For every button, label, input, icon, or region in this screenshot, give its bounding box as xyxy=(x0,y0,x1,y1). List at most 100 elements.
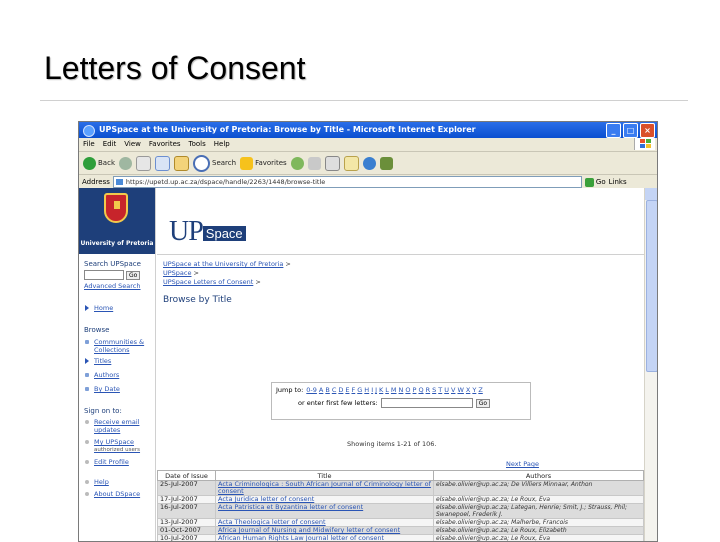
sidebar-item-about[interactable]: About DSpace xyxy=(79,490,155,498)
breadcrumb-university[interactable]: UPSpace at the University of Pretoria xyxy=(163,260,283,268)
jump-letter-link[interactable]: F xyxy=(352,386,356,394)
jump-letter-link[interactable]: Y xyxy=(472,386,476,394)
jump-letter-link[interactable]: H xyxy=(364,386,369,394)
menu-favorites[interactable]: Favorites xyxy=(149,138,181,151)
jump-letter-link[interactable]: R xyxy=(426,386,431,394)
folder-icon[interactable] xyxy=(344,156,359,171)
back-arrow-icon xyxy=(83,157,96,170)
sidebar-item-by-date[interactable]: By Date xyxy=(79,385,155,393)
menu-file[interactable]: File xyxy=(83,138,95,151)
sidebar-search-input[interactable] xyxy=(84,270,124,280)
jump-letter-link[interactable]: N xyxy=(399,386,404,394)
search-label: Search UPSpace xyxy=(84,260,152,268)
row-date: 10-Jul-2007 xyxy=(158,535,216,542)
row-authors: elsabe.olivier@up.ac.za; Malherbe, Franc… xyxy=(434,519,644,527)
jump-letter-link[interactable]: S xyxy=(432,386,436,394)
jump-input[interactable] xyxy=(381,398,473,408)
jump-letter-link[interactable]: K xyxy=(379,386,383,394)
menu-edit[interactable]: Edit xyxy=(103,138,117,151)
go-button[interactable]: Go xyxy=(585,178,606,187)
scroll-thumb[interactable] xyxy=(646,200,658,372)
jump-letter-link[interactable]: A xyxy=(319,386,323,394)
jump-letter-link[interactable]: G xyxy=(357,386,362,394)
stop-icon[interactable] xyxy=(136,156,151,171)
breadcrumb-upspace[interactable]: UPSpace xyxy=(163,269,192,277)
messenger-icon[interactable] xyxy=(363,157,376,170)
jump-letter-link[interactable]: W xyxy=(457,386,463,394)
column-header-authors[interactable]: Authors xyxy=(434,471,644,481)
minimize-button[interactable]: _ xyxy=(606,123,621,138)
jump-letter-link[interactable]: U xyxy=(444,386,449,394)
sidebar-item-communities[interactable]: Communities & Collections xyxy=(79,338,155,354)
jump-letter-link[interactable]: B xyxy=(325,386,329,394)
next-page-link[interactable]: Next Page xyxy=(506,460,539,468)
jump-letter-link[interactable]: E xyxy=(345,386,349,394)
maximize-button[interactable]: □ xyxy=(623,123,638,138)
sidebar-search: Search UPSpace Go Advanced Search xyxy=(79,254,155,290)
jump-letter-link[interactable]: V xyxy=(451,386,455,394)
jump-letter-link[interactable]: I xyxy=(371,386,373,394)
jump-letter-link[interactable]: J xyxy=(375,386,377,394)
breadcrumb-letters[interactable]: UPSpace Letters of Consent xyxy=(163,278,253,286)
row-authors: elsabe.olivier@up.ac.za; Le Roux, Eva xyxy=(434,535,644,542)
star-icon xyxy=(240,157,253,170)
jump-letter-link[interactable]: X xyxy=(466,386,470,394)
sidebar-item-my-upspace[interactable]: My UPSpace authorized users xyxy=(79,438,155,454)
jump-letter-link[interactable]: T xyxy=(438,386,442,394)
mail-icon[interactable] xyxy=(308,157,321,170)
jump-letter-link[interactable]: C xyxy=(332,386,337,394)
row-title-link[interactable]: Acta Patristica et Byzantina letter of c… xyxy=(216,504,434,519)
row-authors: elsabe.olivier@up.ac.za; Le Roux, Elizab… xyxy=(434,527,644,535)
site-banner: UPSpace xyxy=(157,188,645,255)
vertical-scrollbar[interactable] xyxy=(644,188,657,541)
scroll-up-icon[interactable] xyxy=(645,188,657,200)
sidebar-item-authors[interactable]: Authors xyxy=(79,371,155,379)
menu-tools[interactable]: Tools xyxy=(189,138,206,151)
address-input[interactable]: https://upetd.up.ac.za/dspace/handle/226… xyxy=(113,176,582,188)
row-title-link[interactable]: African Human Rights Law Journal letter … xyxy=(216,535,434,542)
mail-icon xyxy=(85,420,89,424)
university-logo: University of Pretoria xyxy=(79,188,155,254)
sidebar-item-email-updates[interactable]: Receive email updates xyxy=(79,418,155,434)
breadcrumb: UPSpace at the University of Pretoria> U… xyxy=(163,260,645,287)
sidebar-item-help[interactable]: Help xyxy=(79,478,155,486)
research-icon[interactable] xyxy=(380,157,393,170)
print-icon[interactable] xyxy=(325,156,340,171)
window-titlebar: UPSpace at the University of Pretoria: B… xyxy=(79,122,657,138)
sidebar-item-edit-profile[interactable]: Edit Profile xyxy=(79,458,155,466)
jump-go-button[interactable]: Go xyxy=(476,399,490,408)
home-icon[interactable] xyxy=(174,156,189,171)
back-button[interactable]: Back xyxy=(83,157,115,170)
jump-letter-link[interactable]: L xyxy=(385,386,389,394)
jump-letter-link[interactable]: P xyxy=(413,386,417,394)
column-header-title[interactable]: Title xyxy=(216,471,434,481)
sidebar-item-home[interactable]: Home xyxy=(79,304,155,312)
sidebar-item-titles[interactable]: Titles xyxy=(79,357,155,365)
slide-title: Letters of Consent xyxy=(44,50,305,87)
jump-letter-link[interactable]: Q xyxy=(418,386,423,394)
jump-letter-link[interactable]: M xyxy=(391,386,397,394)
jump-prompt: or enter first few letters: xyxy=(298,399,378,407)
row-date: 16-Jul-2007 xyxy=(158,504,216,519)
menu-view[interactable]: View xyxy=(124,138,141,151)
jump-letter-link[interactable]: D xyxy=(338,386,343,394)
row-authors: elsabe.olivier@up.ac.za; Lategan, Henrie… xyxy=(434,504,644,519)
forward-arrow-icon[interactable] xyxy=(119,157,132,170)
sidebar-search-go-button[interactable]: Go xyxy=(126,271,140,280)
close-button[interactable]: × xyxy=(640,123,655,138)
logo-caption: University of Pretoria xyxy=(79,240,155,247)
jump-letter-link[interactable]: Z xyxy=(478,386,482,394)
jump-letter-list: 0-9ABCDEFGHIJKLMNOPQRSTUVWXYZ xyxy=(306,386,483,394)
history-icon[interactable] xyxy=(291,157,304,170)
row-title-link[interactable]: Acta Criminologica : South African Journ… xyxy=(216,481,434,496)
advanced-search-link[interactable]: Advanced Search xyxy=(84,282,152,290)
info-icon xyxy=(85,492,89,496)
menu-help[interactable]: Help xyxy=(214,138,230,151)
links-button[interactable]: Links xyxy=(609,178,627,186)
jump-letter-link[interactable]: O xyxy=(405,386,410,394)
column-header-date[interactable]: Date of Issue xyxy=(158,471,216,481)
search-button[interactable]: Search xyxy=(193,155,236,172)
refresh-icon[interactable] xyxy=(155,156,170,171)
favorites-button[interactable]: Favorites xyxy=(240,157,287,170)
jump-letter-link[interactable]: 0-9 xyxy=(306,386,317,394)
